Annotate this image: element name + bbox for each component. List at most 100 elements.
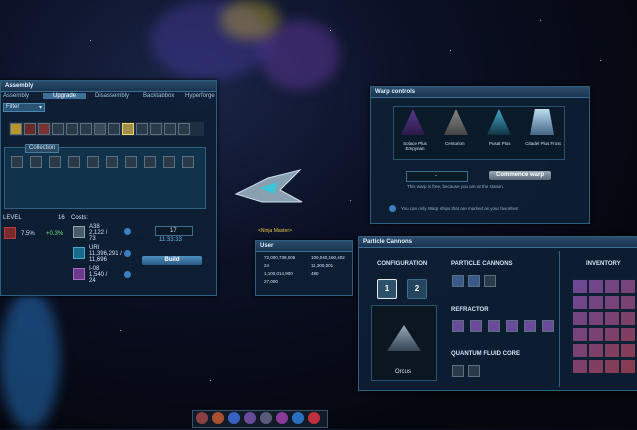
uridium-value: 100,040,160,402 — [311, 255, 345, 260]
action-slot-icon[interactable] — [276, 412, 288, 424]
action-slot-icon[interactable] — [228, 412, 240, 424]
recipe-slot[interactable] — [49, 156, 61, 168]
jackpot-value: 480 — [311, 271, 319, 276]
category-part-icon[interactable] — [94, 123, 106, 135]
info-icon — [389, 205, 396, 212]
upgrade-item-icon — [4, 227, 16, 239]
player-ship[interactable] — [228, 160, 308, 220]
info-icon[interactable] — [124, 228, 131, 235]
warp-free-note: This warp is free, because you are at th… — [407, 184, 505, 189]
filter-dropdown[interactable]: Filter ▾ — [3, 103, 45, 112]
recipe-slot[interactable] — [68, 156, 80, 168]
cost-sub: 11,696 — [89, 257, 107, 263]
refractor-slot[interactable] — [488, 320, 500, 332]
refractor-slot[interactable] — [506, 320, 518, 332]
warp-info-note: You can only Warp ships that are marked … — [401, 206, 519, 211]
particle-cannons-window: Particle Cannons CONFIGURATION 1 2 Orcus… — [358, 236, 637, 391]
build-button[interactable]: Build — [142, 256, 202, 265]
warp-controls-window: Warp controls Solace Plus Empyrian Centu… — [370, 86, 590, 224]
refractor-slot[interactable] — [452, 320, 464, 332]
cost-sub: 24 — [89, 278, 96, 284]
category-shield-icon[interactable] — [136, 123, 148, 135]
category-gold-icon[interactable] — [10, 123, 22, 135]
category-gun-icon[interactable] — [52, 123, 64, 135]
recipe-slot[interactable] — [125, 156, 137, 168]
category-laser-icon[interactable] — [24, 123, 36, 135]
cannon-slot[interactable] — [452, 275, 464, 287]
info-icon[interactable] — [124, 271, 131, 278]
action-slot-icon[interactable] — [308, 412, 320, 424]
quantity-field[interactable]: 17 — [155, 226, 193, 236]
user-window: User 72,000,738,005 100,040,160,402 24 1… — [255, 240, 353, 296]
action-slot-icon[interactable] — [196, 412, 208, 424]
warp-title: Warp controls — [371, 87, 589, 98]
cannon-slot-empty[interactable] — [484, 275, 496, 287]
recipe-slot[interactable] — [182, 156, 194, 168]
commence-warp-button[interactable]: Commence warp — [489, 171, 551, 180]
level-value: 24 — [264, 263, 270, 268]
action-slot-icon[interactable] — [212, 412, 224, 424]
config-2-button[interactable]: 2 — [407, 279, 427, 299]
ship-name: Pusat Plus — [489, 141, 511, 146]
info-icon[interactable] — [124, 250, 131, 257]
quantity-value: 17 — [170, 228, 177, 234]
cost-item-icon — [73, 268, 85, 280]
category-cannon-icon[interactable] — [66, 123, 78, 135]
category-booster-icon[interactable] — [164, 123, 176, 135]
recipe-slot[interactable] — [30, 156, 42, 168]
recipe-slot[interactable] — [144, 156, 156, 168]
category-selected-icon[interactable] — [122, 123, 134, 135]
quantum-slot-empty[interactable] — [468, 365, 480, 377]
category-engine-icon[interactable] — [150, 123, 162, 135]
recipe-slot[interactable] — [11, 156, 23, 168]
action-slot-icon[interactable] — [260, 412, 272, 424]
recipe-slot[interactable] — [87, 156, 99, 168]
filter-label: Filter — [6, 104, 20, 110]
honor-value: 11,300,001 — [311, 263, 334, 268]
progress-text: 7.5% — [21, 231, 35, 237]
user-title: User — [256, 241, 352, 252]
particle-title: Particle Cannons — [359, 237, 637, 248]
inventory-label: INVENTORY — [586, 261, 621, 267]
tab-backtabbox[interactable]: Backtabbox — [143, 93, 174, 99]
action-slot-icon[interactable] — [292, 412, 304, 424]
chevron-down-icon: ▾ — [38, 105, 42, 111]
category-module-icon[interactable] — [108, 123, 120, 135]
refractor-label: REFRACTOR — [451, 307, 489, 313]
category-drone-icon[interactable] — [80, 123, 92, 135]
tab-assembly[interactable]: Assembly — [3, 93, 29, 99]
collection-label-box: Collection — [25, 144, 59, 153]
refractor-slot[interactable] — [524, 320, 536, 332]
recipe-slot[interactable] — [163, 156, 175, 168]
tab-disassembly[interactable]: Disassembly — [95, 93, 129, 99]
refractor-slot[interactable] — [542, 320, 554, 332]
action-slot-icon[interactable] — [244, 412, 256, 424]
assembly-title: Assembly — [1, 81, 216, 92]
collection-label: Collection — [29, 145, 56, 151]
quantum-slot-empty[interactable] — [452, 365, 464, 377]
credits-value: 72,000,738,005 — [264, 255, 296, 260]
category-rocket-icon[interactable] — [38, 123, 50, 135]
costs-label: Costs: — [71, 215, 89, 221]
cannon-slot[interactable] — [468, 275, 480, 287]
config-1-button[interactable]: 1 — [377, 279, 397, 299]
configuration-label: CONFIGURATION — [377, 261, 428, 267]
warp-target-input[interactable]: - — [406, 171, 468, 182]
ship-name: Centurion — [445, 141, 465, 146]
progress-bonus: +0.3% — [46, 231, 64, 237]
category-extra-icon[interactable] — [178, 123, 190, 135]
inventory-grid — [571, 277, 635, 373]
ship-name: Solace Plus Empyrian — [403, 141, 427, 151]
tab-hyperforge[interactable]: Hyperforge — [185, 93, 215, 99]
warp-input-value: - — [435, 173, 437, 179]
timer: 11:33:33 — [159, 237, 182, 243]
ship-name: Orcus — [395, 369, 412, 375]
tab-upgrade[interactable]: Upgrade — [43, 93, 87, 99]
recipe-slot[interactable] — [106, 156, 118, 168]
refractor-slot[interactable] — [470, 320, 482, 332]
quantum-core-label: QUANTUM FLUID CORE — [451, 351, 520, 357]
level-label: LEVEL — [3, 215, 22, 221]
ship-name: Citadel Plus Frost — [525, 141, 561, 146]
cost-sub: 73 — [89, 236, 96, 242]
level-value: 16 — [58, 215, 65, 221]
